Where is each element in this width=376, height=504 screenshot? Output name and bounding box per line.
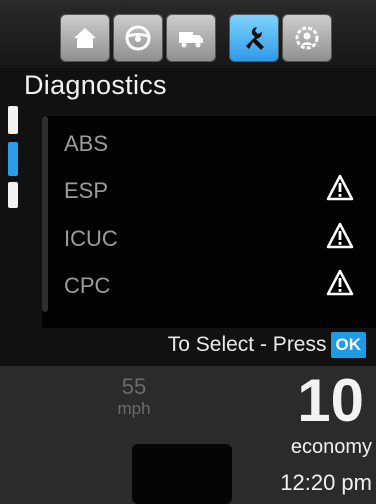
diagnostics-screen: Diagnostics ABS ESP ICUC CPC To Select -… xyxy=(0,0,376,504)
list-item-esp[interactable]: ESP xyxy=(64,171,364,211)
page-title: Diagnostics xyxy=(24,70,167,100)
tab-settings[interactable] xyxy=(282,14,332,62)
warning-icon xyxy=(326,269,354,296)
speed-value: 55 xyxy=(121,374,147,399)
tab-vehicle[interactable] xyxy=(166,14,216,62)
top-tab-bar xyxy=(0,0,376,68)
list-item-label: ESP xyxy=(64,178,109,203)
home-icon xyxy=(74,28,96,48)
list-item-abs[interactable]: ABS xyxy=(64,124,364,164)
select-hint: To Select - Press OK xyxy=(0,332,376,358)
page-indicator-2 xyxy=(8,142,18,176)
list-scroll-rail xyxy=(42,116,48,312)
tab-diagnostics[interactable] xyxy=(229,14,279,62)
wrench-icon xyxy=(246,27,264,50)
list-item-icuc[interactable]: ICUC xyxy=(64,219,364,259)
tab-driving[interactable] xyxy=(113,14,163,62)
list-item-label: ICUC xyxy=(64,226,118,251)
page-indicator-3 xyxy=(8,182,18,208)
economy-value: 10 xyxy=(297,367,364,434)
steering-wheel-icon xyxy=(125,25,151,51)
economy-label: economy xyxy=(290,436,372,458)
warning-icon xyxy=(326,174,354,201)
ok-button-badge[interactable]: OK xyxy=(330,332,366,358)
list-item-cpc[interactable]: CPC xyxy=(64,266,364,306)
list-item-label: CPC xyxy=(64,273,111,298)
clock-time: 12:20 pm xyxy=(280,470,372,495)
settings-gear-icon xyxy=(295,26,319,50)
speed-readout: 55 mph xyxy=(104,376,164,420)
speed-unit: mph xyxy=(117,399,151,418)
tab-home[interactable] xyxy=(60,14,110,62)
page-indicator-1 xyxy=(8,106,18,134)
list-item-label: ABS xyxy=(64,131,109,156)
center-display-box xyxy=(132,444,232,504)
warning-icon xyxy=(326,222,354,249)
truck-icon xyxy=(179,32,203,48)
hint-text: To Select - Press xyxy=(167,333,327,356)
